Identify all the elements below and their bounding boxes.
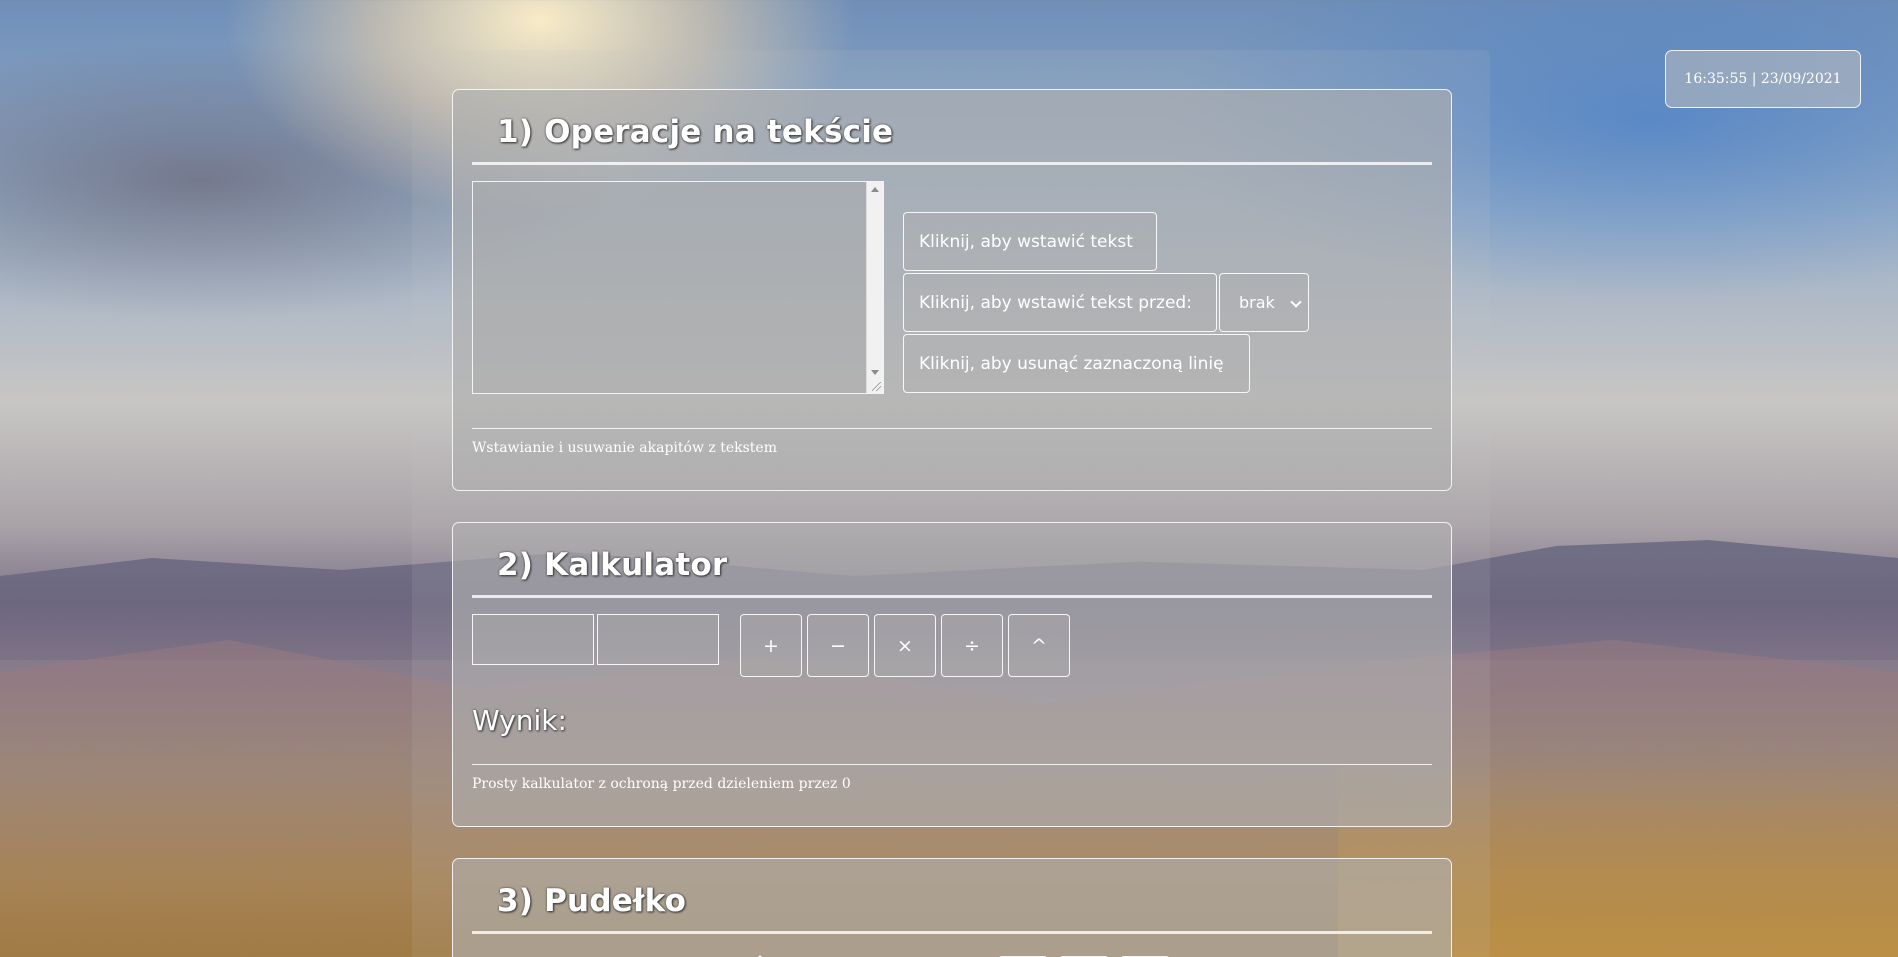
textarea-scrollbar[interactable] [866,182,883,393]
box-panel: 3) Pudełko [452,858,1452,957]
text-area[interactable] [472,181,884,394]
divide-button[interactable]: ÷ [941,614,1003,677]
calculator-panel: 2) Kalkulator + − × ÷ ^ Wynik: Prosty ka… [452,522,1452,827]
chevron-down-icon [1290,296,1302,308]
insert-text-before-button[interactable]: Kliknij, aby wstawić tekst przed: [903,273,1217,332]
title-divider [472,595,1432,598]
text-operations-panel: 1) Operacje na tekście Kliknij, aby wsta… [452,89,1452,491]
scroll-up-icon[interactable] [871,187,879,192]
subtract-button[interactable]: − [807,614,869,677]
section-title: 1) Operacje na tekście [497,114,894,150]
resize-grip-icon[interactable] [872,382,881,391]
add-button[interactable]: + [740,614,802,677]
second-number-input[interactable] [597,614,719,665]
title-divider [472,162,1432,165]
scroll-down-icon[interactable] [871,370,879,375]
insert-before-select[interactable]: brak [1219,273,1309,332]
footer-divider [472,428,1432,429]
footer-divider [472,764,1432,765]
section-title: 2) Kalkulator [497,547,728,583]
clock-display: 16:35:55 | 23/09/2021 [1665,50,1861,108]
multiply-button[interactable]: × [874,614,936,677]
result-label: Wynik: [472,704,567,737]
insert-text-button[interactable]: Kliknij, aby wstawić tekst [903,212,1157,271]
first-number-input[interactable] [472,614,594,665]
select-value: brak [1239,293,1275,312]
title-divider [472,931,1432,934]
power-button[interactable]: ^ [1008,614,1070,677]
section-title: 3) Pudełko [497,883,687,919]
section-description: Prosty kalkulator z ochroną przed dziele… [472,776,851,792]
section-description: Wstawianie i usuwanie akapitów z tekstem [472,440,777,456]
delete-line-button[interactable]: Kliknij, aby usunąć zaznaczoną linię [903,334,1250,393]
